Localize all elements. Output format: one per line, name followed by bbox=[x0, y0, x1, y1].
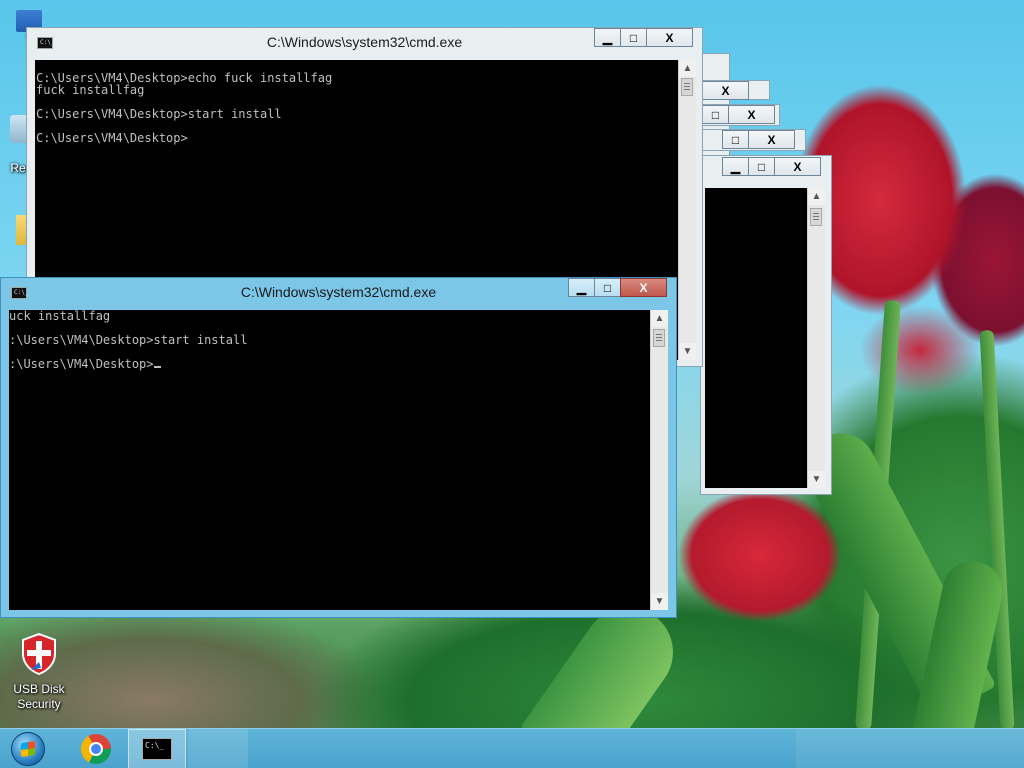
close-button[interactable]: X bbox=[774, 157, 821, 176]
console-output[interactable]: uck installfag :\Users\VM4\Desktop>start… bbox=[9, 310, 650, 610]
console-line: uck installfag bbox=[9, 310, 111, 323]
maximize-button[interactable]: □ bbox=[722, 130, 749, 149]
taskbar-item-chrome[interactable] bbox=[66, 729, 126, 768]
cmd-window-front[interactable]: C:\_ C:\Windows\system32\cmd.exe ▁ □ X u… bbox=[0, 277, 677, 618]
taskbar-highlight-band bbox=[796, 729, 1024, 768]
close-button[interactable]: X bbox=[646, 28, 693, 47]
scroll-down-button[interactable]: ▼ bbox=[808, 471, 825, 488]
scroll-thumb[interactable] bbox=[653, 329, 665, 347]
cmd-window-stack-3[interactable]: □ X bbox=[700, 104, 780, 126]
cmd-window-stack-5[interactable]: ▁ □ X ▲ ▼ bbox=[700, 155, 832, 495]
maximize-button[interactable]: □ bbox=[748, 157, 775, 176]
console-line: :\Users\VM4\Desktop>start install bbox=[9, 333, 248, 347]
start-button[interactable] bbox=[0, 729, 56, 768]
scroll-down-button[interactable]: ▼ bbox=[651, 593, 668, 610]
maximize-button[interactable]: □ bbox=[702, 105, 729, 124]
scroll-down-button[interactable]: ▼ bbox=[679, 343, 696, 360]
vertical-scrollbar[interactable]: ▲ ▼ bbox=[807, 188, 825, 488]
scroll-thumb[interactable] bbox=[810, 208, 822, 226]
cmd-window-stack-2[interactable]: X bbox=[700, 80, 770, 100]
maximize-button[interactable]: □ bbox=[594, 278, 621, 297]
desktop-icon-label: USB Disk Security bbox=[13, 682, 65, 711]
scroll-up-button[interactable]: ▲ bbox=[679, 60, 696, 77]
taskbar-item-blank[interactable] bbox=[188, 729, 248, 768]
minimize-button[interactable]: ▁ bbox=[722, 157, 749, 176]
close-button[interactable]: X bbox=[620, 278, 667, 297]
cmd-icon: C:\_ bbox=[142, 738, 172, 760]
cmd-window-stack-4[interactable]: □ X bbox=[700, 129, 806, 151]
desktop-icon-usb-disk-security[interactable]: USB Disk Security bbox=[4, 632, 74, 712]
scroll-up-button[interactable]: ▲ bbox=[808, 188, 825, 205]
close-button[interactable]: X bbox=[728, 105, 775, 124]
scroll-up-button[interactable]: ▲ bbox=[651, 310, 668, 327]
close-button[interactable]: X bbox=[702, 81, 749, 100]
vertical-scrollbar[interactable]: ▲ ▼ bbox=[650, 310, 668, 610]
maximize-button[interactable]: □ bbox=[620, 28, 647, 47]
taskbar-item-cmd[interactable]: C:\_ bbox=[128, 729, 186, 768]
text-cursor bbox=[153, 366, 161, 368]
close-button[interactable]: X bbox=[748, 130, 795, 149]
chrome-icon bbox=[81, 734, 111, 764]
console-line: C:\Users\VM4\Desktop> bbox=[36, 131, 188, 145]
console-line: :\Users\VM4\Desktop> bbox=[9, 358, 650, 370]
vertical-scrollbar[interactable]: ▲ ▼ bbox=[678, 60, 696, 360]
minimize-button[interactable]: ▁ bbox=[594, 28, 621, 47]
console-line: C:\Users\VM4\Desktop>start install bbox=[36, 107, 282, 121]
taskbar: C:\_ bbox=[0, 728, 1024, 768]
minimize-button[interactable]: ▁ bbox=[568, 278, 595, 297]
scroll-thumb[interactable] bbox=[681, 78, 693, 96]
console-line: fuck installfag bbox=[36, 83, 145, 97]
shield-icon bbox=[22, 632, 56, 676]
console-output[interactable] bbox=[705, 188, 807, 488]
windows-logo-icon bbox=[11, 732, 45, 766]
